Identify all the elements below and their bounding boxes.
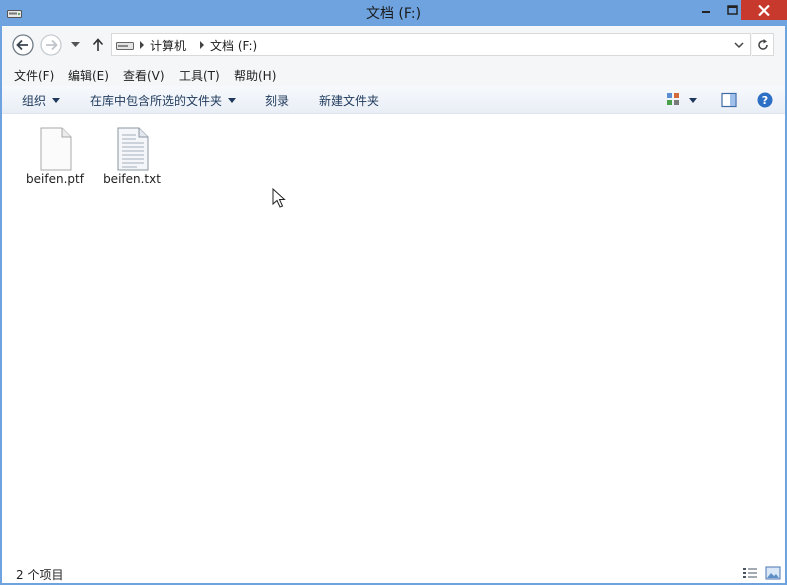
chevron-down-icon xyxy=(52,98,61,103)
file-name: beifen.txt xyxy=(103,172,161,186)
change-view-icon[interactable] xyxy=(665,91,683,109)
burn-button[interactable]: 刻录 xyxy=(265,92,289,109)
close-button[interactable] xyxy=(741,0,787,20)
breadcrumb-drive-f[interactable]: 文档 (F:) xyxy=(210,37,257,54)
title-bar[interactable]: 文档 (F:) xyxy=(0,0,787,26)
menu-edit[interactable]: 编辑(E) xyxy=(68,67,109,84)
chevron-down-icon[interactable] xyxy=(688,91,698,109)
explorer-window: 文档 (F:) 计算机 文档 (F:) 文件(F) 编辑(E) 查看(V) 工具… xyxy=(0,0,787,585)
address-bar[interactable]: 计算机 文档 (F:) xyxy=(111,33,751,56)
back-button[interactable] xyxy=(12,34,34,56)
new-folder-button[interactable]: 新建文件夹 xyxy=(319,92,379,109)
recent-locations-button[interactable] xyxy=(68,34,82,56)
file-name: beifen.ptf xyxy=(26,172,84,186)
minimize-button[interactable] xyxy=(692,0,719,20)
menu-help[interactable]: 帮助(H) xyxy=(234,67,276,84)
large-icons-view-icon[interactable] xyxy=(765,566,781,580)
navigation-bar: 计算机 文档 (F:) xyxy=(2,26,785,64)
details-view-icon[interactable] xyxy=(742,566,758,580)
menu-tools[interactable]: 工具(T) xyxy=(179,67,220,84)
organize-label: 组织 xyxy=(22,94,47,108)
refresh-icon xyxy=(757,38,768,50)
help-icon[interactable]: ? xyxy=(756,91,774,109)
organize-button[interactable]: 组织 xyxy=(22,92,61,109)
up-arrow-icon xyxy=(92,38,104,51)
drive-icon xyxy=(116,42,134,50)
item-count: 2 个项目 xyxy=(16,568,64,582)
chevron-down-icon[interactable] xyxy=(733,40,745,50)
menu-bar: 文件(F) 编辑(E) 查看(V) 工具(T) 帮助(H) xyxy=(2,64,785,86)
chevron-down-icon xyxy=(228,98,237,103)
forward-arrow-icon xyxy=(40,34,62,56)
mouse-cursor-icon xyxy=(272,188,286,208)
refresh-button[interactable] xyxy=(752,33,774,56)
svg-text:?: ? xyxy=(762,94,768,107)
close-icon xyxy=(758,4,770,16)
status-bar: 2 个项目 xyxy=(2,563,785,583)
menu-file[interactable]: 文件(F) xyxy=(14,67,54,84)
minimize-icon xyxy=(701,11,710,13)
back-arrow-icon xyxy=(12,34,34,56)
command-bar: 组织 在库中包含所选的文件夹 刻录 新建文件夹 ? xyxy=(2,86,785,114)
file-item[interactable]: beifen.txt xyxy=(96,125,168,191)
up-button[interactable] xyxy=(88,34,108,56)
maximize-icon xyxy=(727,5,738,15)
breadcrumb-separator-icon[interactable] xyxy=(139,41,145,49)
file-list-view[interactable]: beifen.ptf beifen.txt xyxy=(2,115,785,561)
preview-pane-icon[interactable] xyxy=(720,91,738,109)
breadcrumb-computer[interactable]: 计算机 xyxy=(150,37,186,54)
breadcrumb-separator-icon[interactable] xyxy=(199,41,205,49)
include-in-library-label: 在库中包含所选的文件夹 xyxy=(90,94,223,108)
forward-button[interactable] xyxy=(40,34,62,56)
menu-view[interactable]: 查看(V) xyxy=(123,67,165,84)
blank-file-icon xyxy=(40,127,72,171)
window-title: 文档 (F:) xyxy=(365,6,422,22)
client-area: 计算机 文档 (F:) 文件(F) 编辑(E) 查看(V) 工具(T) 帮助(H… xyxy=(2,26,785,583)
text-file-icon xyxy=(117,127,149,171)
include-in-library-button[interactable]: 在库中包含所选的文件夹 xyxy=(90,92,237,109)
chevron-down-icon xyxy=(70,42,80,47)
file-item[interactable]: beifen.ptf xyxy=(19,125,91,191)
